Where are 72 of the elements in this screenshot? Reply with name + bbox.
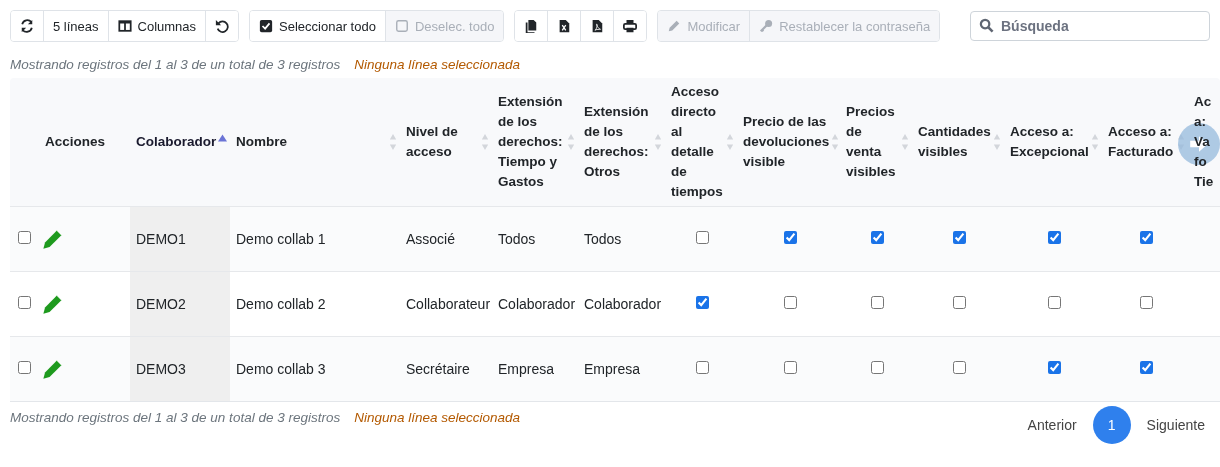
- table-cell: Collaborateur: [406, 295, 491, 312]
- column-header[interactable]: Precio de las devoluciones visible: [743, 111, 830, 172]
- table-cell: Empresa: [498, 360, 555, 377]
- column-header[interactable]: Nivel de acceso: [406, 121, 479, 162]
- permission-checkbox[interactable]: [871, 295, 884, 309]
- columns-icon: [117, 19, 132, 33]
- row-checkbox[interactable]: [18, 230, 31, 244]
- table-cell: Colaborador: [498, 295, 576, 312]
- permission-checkbox[interactable]: [1140, 360, 1153, 374]
- next-link[interactable]: Siguiente: [1146, 417, 1205, 433]
- copy-icon: [524, 19, 539, 33]
- permission-checkbox[interactable]: [1048, 295, 1061, 309]
- permission-checkbox[interactable]: [1048, 230, 1061, 244]
- permission-checkbox[interactable]: [871, 230, 884, 244]
- excel-file-icon: [557, 19, 572, 33]
- toolbar-button[interactable]: Seleccionar todo: [250, 11, 386, 41]
- table-cell: Secrétaire: [406, 360, 470, 377]
- table-cell: DEMO1: [136, 230, 186, 247]
- pdf-file-icon: [590, 19, 605, 33]
- column-header[interactable]: Ac a: Va fo Tie: [1194, 91, 1214, 192]
- selection-status-text: Ninguna línea seleccionada: [354, 57, 521, 72]
- permission-checkbox[interactable]: [953, 295, 966, 309]
- undo-icon: [215, 19, 230, 33]
- table-cell: Demo collab 2: [236, 295, 326, 312]
- table-cell: Todos: [498, 230, 536, 247]
- permission-checkbox[interactable]: [696, 295, 709, 309]
- column-header[interactable]: Cantidades visibles: [918, 121, 991, 162]
- refresh-button[interactable]: [11, 11, 44, 41]
- column-header[interactable]: Colaborador: [136, 131, 217, 152]
- table-cell: Demo collab 1: [236, 230, 326, 247]
- table-cell: Todos: [584, 230, 622, 247]
- table-cell: Empresa: [584, 360, 641, 377]
- column-header[interactable]: Extensión de los derechos: Otros: [584, 101, 652, 182]
- search-icon: [979, 18, 994, 33]
- column-header[interactable]: Acceso a: Facturado: [1108, 121, 1175, 162]
- permission-checkbox[interactable]: [953, 360, 966, 374]
- permission-checkbox[interactable]: [696, 230, 709, 244]
- copy-button[interactable]: [515, 11, 549, 41]
- checked-box-icon: [259, 19, 274, 33]
- column-header[interactable]: Precios de venta visibles: [846, 101, 899, 182]
- printer-icon: [623, 19, 638, 33]
- permission-checkbox[interactable]: [696, 360, 709, 374]
- table-cell: Associé: [406, 230, 456, 247]
- refresh-icon: [20, 19, 34, 33]
- page-button[interactable]: 1: [1092, 406, 1131, 444]
- column-header[interactable]: Extensión de los derechos: Tiempo y Gastos: [498, 91, 565, 192]
- row-checkbox[interactable]: [18, 360, 31, 374]
- selection-status-text: Ninguna línea seleccionada: [354, 410, 521, 425]
- column-header[interactable]: Nombre: [236, 131, 287, 152]
- table-cell: DEMO2: [136, 295, 186, 312]
- table-cell: DEMO3: [136, 360, 186, 377]
- record-count-text: Mostrando registros del 1 al 3 de un total de 3 registros: [10, 57, 341, 72]
- permission-checkbox[interactable]: [1140, 230, 1153, 244]
- permission-checkbox[interactable]: [783, 295, 797, 309]
- table-cell: Colaborador: [584, 295, 662, 312]
- column-header[interactable]: Acceso directo al detalle de tiempos: [671, 81, 724, 202]
- key-icon: [759, 19, 774, 33]
- permission-checkbox[interactable]: [953, 230, 966, 244]
- column-header[interactable]: Acciones: [45, 131, 106, 152]
- permission-checkbox[interactable]: [1048, 360, 1061, 374]
- column-header[interactable]: Acceso a: Excepcional: [1010, 121, 1089, 162]
- pencil-icon: [667, 19, 682, 33]
- permission-checkbox[interactable]: [783, 230, 797, 244]
- empty-box-icon: [394, 19, 409, 33]
- table-cell: Demo collab 3: [236, 360, 326, 377]
- permission-checkbox[interactable]: [783, 360, 797, 374]
- previous-link[interactable]: Anterior: [1027, 417, 1077, 433]
- permission-checkbox[interactable]: [871, 360, 884, 374]
- permission-checkbox[interactable]: [1140, 295, 1153, 309]
- search-field[interactable]: Búsqueda: [970, 11, 1210, 41]
- row-checkbox[interactable]: [18, 295, 31, 309]
- record-count-text: Mostrando registros del 1 al 3 de un total de 3 registros: [10, 410, 341, 425]
